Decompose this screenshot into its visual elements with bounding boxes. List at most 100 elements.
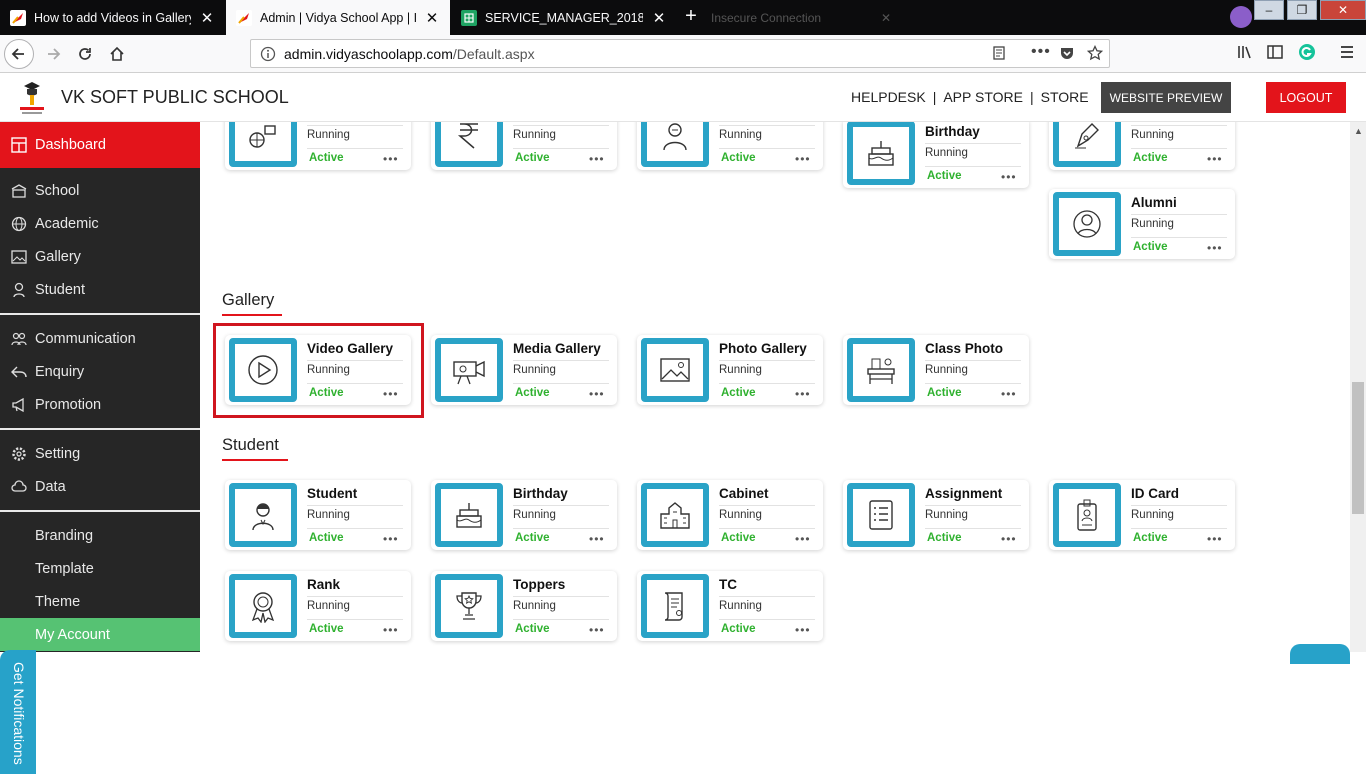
chat-widget-icon[interactable]: [1290, 644, 1350, 664]
section-title-gallery: Gallery: [222, 291, 283, 316]
sidebar-item-theme[interactable]: Theme: [0, 585, 200, 618]
app-card-student[interactable]: Student Running Active •••: [225, 480, 411, 550]
more-options-icon[interactable]: •••: [795, 623, 811, 637]
library-icon[interactable]: [1236, 43, 1254, 64]
window-close-icon[interactable]: ✕: [1320, 0, 1366, 20]
app-card[interactable]: Running Active •••: [1049, 122, 1235, 170]
sidebar-item-school[interactable]: School: [0, 174, 200, 207]
more-options-icon[interactable]: •••: [795, 387, 811, 401]
tab-title: Insecure Connection: [711, 10, 822, 25]
bookmark-star-icon[interactable]: [1086, 44, 1104, 64]
sidebar-item-data[interactable]: Data: [0, 470, 200, 503]
minimize-icon[interactable]: –: [1254, 0, 1284, 20]
sidebar-item-setting[interactable]: Setting: [0, 437, 200, 470]
app-card[interactable]: Running Active •••: [225, 122, 411, 170]
more-options-icon[interactable]: •••: [1207, 241, 1223, 255]
scrollbar-thumb[interactable]: [1352, 382, 1364, 514]
sidebar-item-gallery[interactable]: Gallery: [0, 240, 200, 273]
page-scrollbar[interactable]: ▲: [1350, 122, 1366, 652]
more-options-icon[interactable]: •••: [589, 532, 605, 546]
more-options-icon[interactable]: •••: [1001, 387, 1017, 401]
more-options-icon[interactable]: •••: [1001, 532, 1017, 546]
card-status: Running: [1131, 218, 1174, 230]
sidebar-item-branding[interactable]: Branding: [0, 519, 200, 552]
app-card-assignment[interactable]: Assignment Running Active •••: [843, 480, 1029, 550]
more-options-icon[interactable]: •••: [383, 532, 399, 546]
logout-button[interactable]: LOGOUT: [1266, 82, 1346, 113]
browser-tab[interactable]: How to add Videos in Gallery? : ✕: [0, 0, 225, 35]
grammarly-icon[interactable]: [1298, 43, 1316, 64]
pen-icon: [1053, 122, 1121, 167]
app-card-class-photo[interactable]: Class Photo Running Active •••: [843, 335, 1029, 405]
page-actions-icon[interactable]: •••: [1031, 43, 1051, 61]
divider: [307, 125, 403, 126]
app-card-rank[interactable]: Rank Running Active •••: [225, 571, 411, 641]
app-card-toppers[interactable]: Toppers Running Active •••: [431, 571, 617, 641]
card-status: Running: [307, 129, 350, 141]
close-tab-icon[interactable]: ✕: [651, 9, 667, 27]
app-card-id-card[interactable]: ID Card Running Active •••: [1049, 480, 1235, 550]
menu-icon[interactable]: [1338, 43, 1356, 64]
helpdesk-link[interactable]: HELPDESK: [851, 89, 926, 105]
more-options-icon[interactable]: •••: [383, 387, 399, 401]
back-button[interactable]: [4, 39, 34, 69]
app-card[interactable]: Birthday Running Active •••: [843, 122, 1029, 188]
forward-button[interactable]: [38, 39, 68, 69]
more-options-icon[interactable]: •••: [795, 532, 811, 546]
close-tab-icon[interactable]: ✕: [199, 9, 215, 27]
app-store-link[interactable]: APP STORE: [943, 89, 1023, 105]
app-card-photo-gallery[interactable]: Photo Gallery Running Active •••: [637, 335, 823, 405]
sidebar-item-template[interactable]: Template: [0, 552, 200, 585]
more-options-icon[interactable]: •••: [795, 152, 811, 166]
scroll-up-icon[interactable]: ▲: [1354, 126, 1363, 136]
more-options-icon[interactable]: •••: [1207, 532, 1223, 546]
sidebar-item-promotion[interactable]: Promotion: [0, 388, 200, 421]
get-notifications-tab[interactable]: Get Notifications: [0, 650, 36, 774]
card-status: Running: [513, 600, 556, 612]
new-tab-icon[interactable]: +: [680, 0, 702, 35]
pocket-icon[interactable]: [1059, 45, 1075, 64]
sidebar-item-enquiry[interactable]: Enquiry: [0, 355, 200, 388]
app-card[interactable]: Running Active •••: [431, 122, 617, 170]
sidebar-divider: [0, 313, 200, 315]
app-card-cabinet[interactable]: Cabinet Running Active •••: [637, 480, 823, 550]
home-button[interactable]: [102, 39, 132, 69]
sidebar-item-dashboard[interactable]: Dashboard: [0, 122, 200, 168]
sidebar-item-academic[interactable]: Academic: [0, 207, 200, 240]
browser-tab-active[interactable]: Admin | Vidya School App | It's ✕: [226, 0, 450, 35]
sidebar-item-student[interactable]: Student: [0, 273, 200, 306]
card-active-badge: Active: [515, 623, 550, 635]
sidebar-item-my-account[interactable]: My Account: [0, 618, 200, 651]
more-options-icon[interactable]: •••: [383, 152, 399, 166]
app-card-tc[interactable]: TC Running Active •••: [637, 571, 823, 641]
more-options-icon[interactable]: •••: [1207, 152, 1223, 166]
more-options-icon[interactable]: •••: [1001, 170, 1017, 184]
sidebar-item-communication[interactable]: Communication: [0, 322, 200, 355]
divider: [307, 360, 403, 361]
school-logo-icon[interactable]: [16, 80, 48, 116]
maximize-icon[interactable]: ❐: [1287, 0, 1317, 20]
address-bar[interactable]: admin.vidyaschoolapp.com/Default.aspx ••…: [250, 39, 1110, 68]
more-options-icon[interactable]: •••: [383, 623, 399, 637]
app-card-birthday[interactable]: Birthday Running Active •••: [431, 480, 617, 550]
medal-icon: [229, 574, 297, 638]
more-options-icon[interactable]: •••: [589, 623, 605, 637]
reply-icon: [10, 363, 28, 381]
more-options-icon[interactable]: •••: [589, 152, 605, 166]
profile-avatar-icon[interactable]: [1230, 6, 1252, 28]
id-card-icon: [1053, 483, 1121, 547]
store-link[interactable]: STORE: [1041, 89, 1089, 105]
picture-icon: [641, 338, 709, 402]
reload-button[interactable]: [70, 39, 100, 69]
more-options-icon[interactable]: •••: [589, 387, 605, 401]
site-info-icon[interactable]: [260, 46, 276, 65]
browser-tab[interactable]: SERVICE_MANAGER_2018_19.xl ✕: [451, 0, 677, 35]
website-preview-button[interactable]: WEBSITE PREVIEW: [1101, 82, 1231, 113]
app-card-media-gallery[interactable]: Media Gallery Running Active •••: [431, 335, 617, 405]
close-tab-icon[interactable]: ✕: [424, 9, 440, 27]
app-card-video-gallery[interactable]: Video Gallery Running Active •••: [225, 335, 411, 405]
sidebar-toggle-icon[interactable]: [1266, 43, 1284, 64]
reader-view-icon[interactable]: [991, 45, 1007, 64]
app-card-alumni[interactable]: Alumni Running Active •••: [1049, 189, 1235, 259]
app-card[interactable]: Running Active •••: [637, 122, 823, 170]
